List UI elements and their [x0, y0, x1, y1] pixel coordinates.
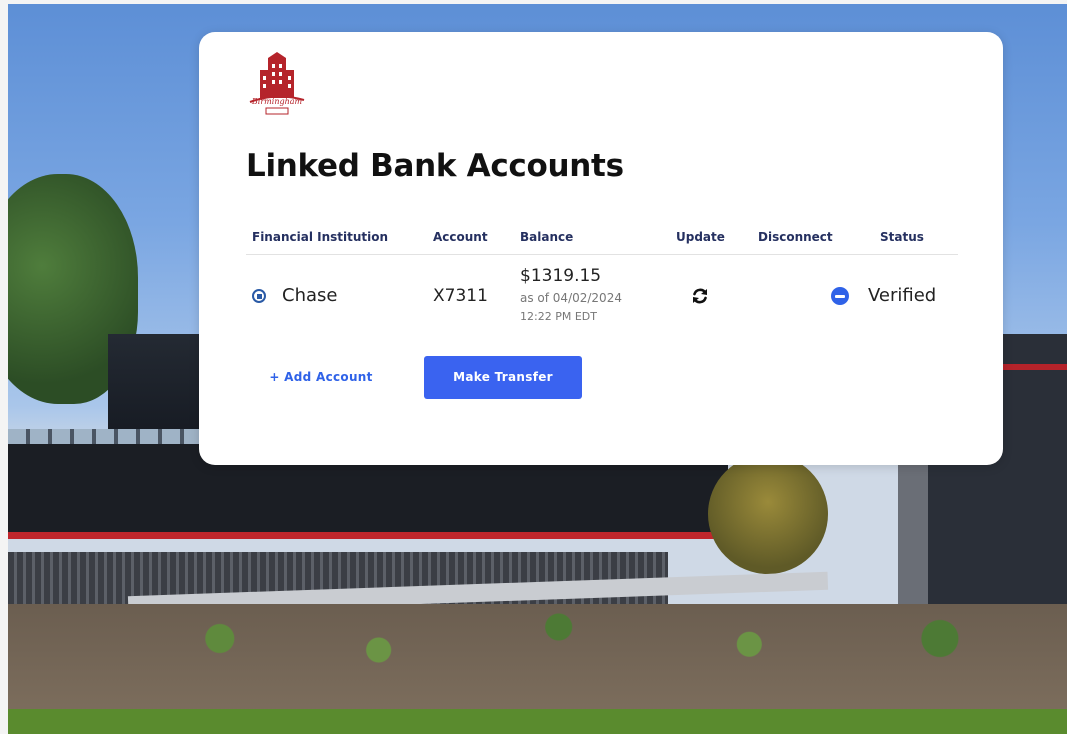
- add-account-button[interactable]: + Add Account: [246, 356, 396, 398]
- svg-text:Birmingham: Birmingham: [251, 97, 303, 106]
- col-header-institution: Financial Institution: [252, 230, 389, 244]
- make-transfer-button[interactable]: Make Transfer: [424, 356, 582, 399]
- balance-time: 12:22 PM EDT: [520, 310, 597, 323]
- city-logo: Birmingham: [249, 52, 305, 115]
- balance-amount: $1319.15: [520, 266, 602, 286]
- table-header: Financial Institution Account Balance Up…: [246, 228, 958, 255]
- institution-name: Chase: [282, 285, 338, 306]
- col-header-balance: Balance: [520, 230, 574, 244]
- table-row: Chase X7311 $1319.15 as of 04/02/2024 12…: [246, 258, 958, 338]
- page-title: Linked Bank Accounts: [246, 148, 624, 184]
- refresh-icon[interactable]: [690, 286, 710, 306]
- col-header-status: Status: [880, 230, 924, 244]
- col-header-account: Account: [433, 230, 488, 244]
- building-stripe: [8, 532, 728, 539]
- lawn: [8, 709, 1067, 734]
- balance-date: as of 04/02/2024: [520, 291, 622, 305]
- minus-circle-icon[interactable]: [831, 287, 849, 305]
- garden-bed: [8, 604, 1067, 719]
- status-badge: Verified: [868, 285, 937, 306]
- col-header-update: Update: [676, 230, 725, 244]
- tree: [708, 454, 828, 574]
- col-header-disconnect: Disconnect: [758, 230, 833, 244]
- linked-accounts-card: Birmingham Linked Bank Accounts Financia…: [199, 32, 1003, 465]
- chase-logo-icon: [252, 289, 266, 303]
- account-number: X7311: [433, 286, 488, 306]
